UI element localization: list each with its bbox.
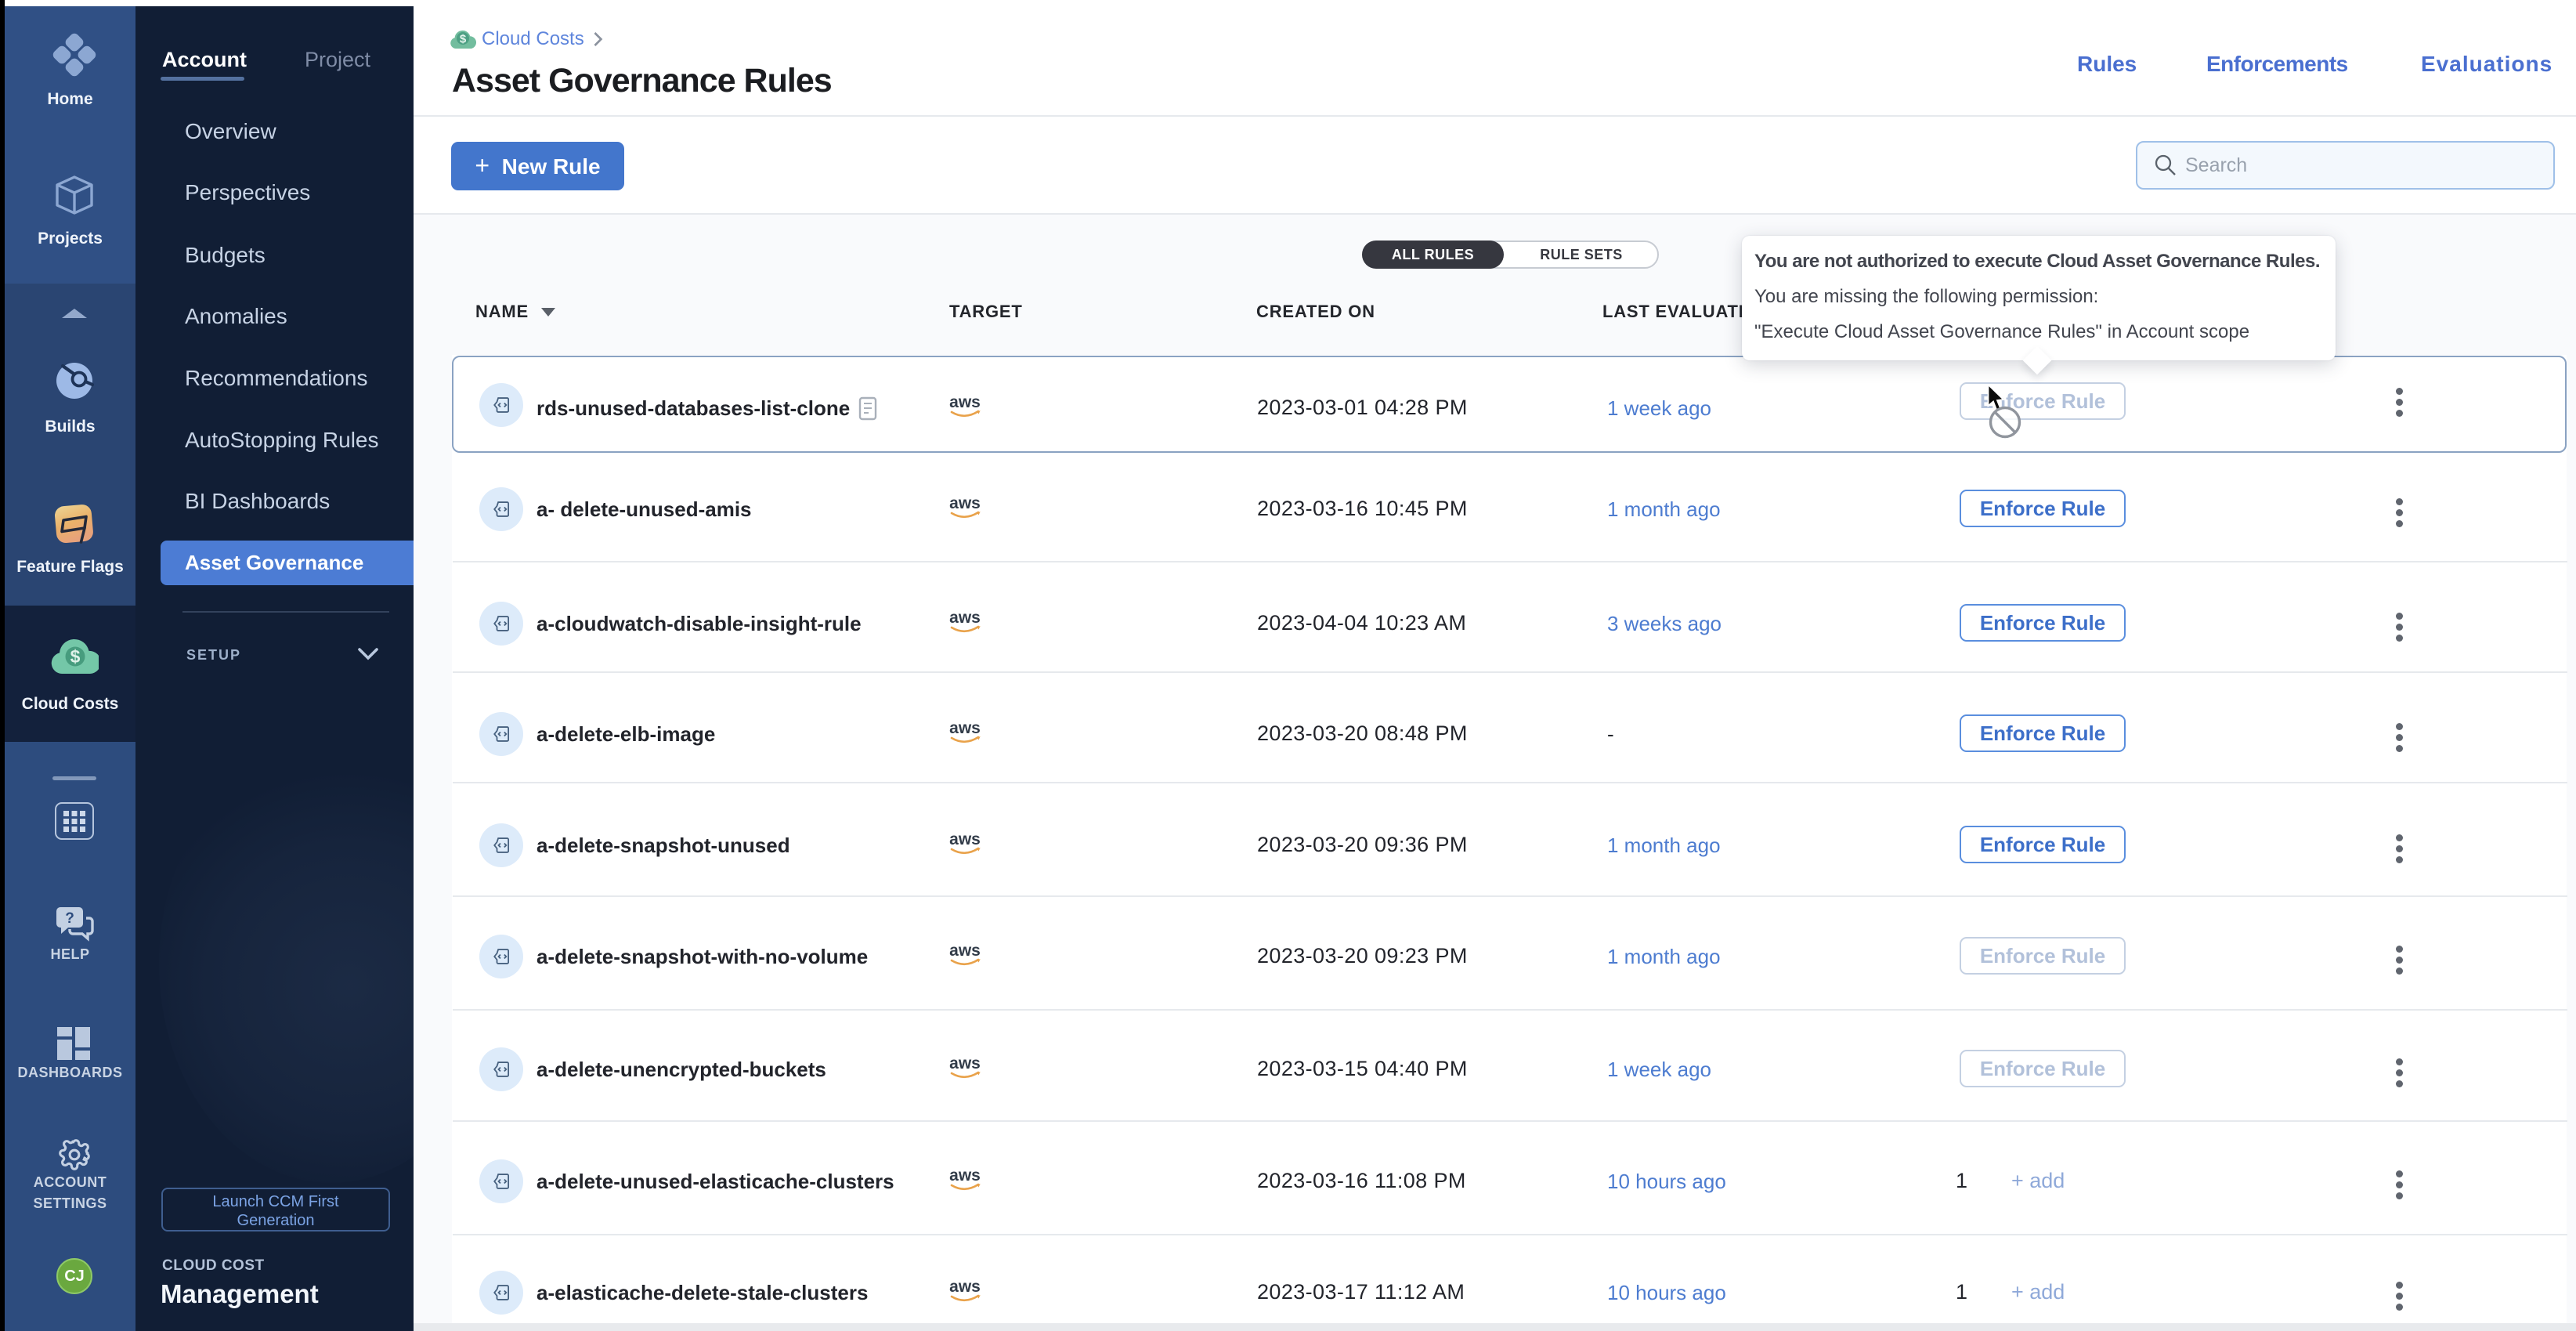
svg-text:$: $ [460, 33, 467, 46]
svg-text:aws: aws [949, 609, 981, 627]
svg-text:aws: aws [949, 1166, 981, 1185]
svg-text:aws: aws [949, 1054, 981, 1072]
svg-text:aws: aws [949, 719, 981, 737]
svg-text:?: ? [65, 910, 74, 927]
svg-text:aws: aws [949, 1278, 981, 1296]
svg-text:aws: aws [949, 942, 981, 960]
svg-text:aws: aws [949, 494, 981, 512]
svg-text:aws: aws [949, 830, 981, 848]
svg-text:aws: aws [949, 393, 981, 411]
svg-text:$: $ [70, 646, 81, 667]
